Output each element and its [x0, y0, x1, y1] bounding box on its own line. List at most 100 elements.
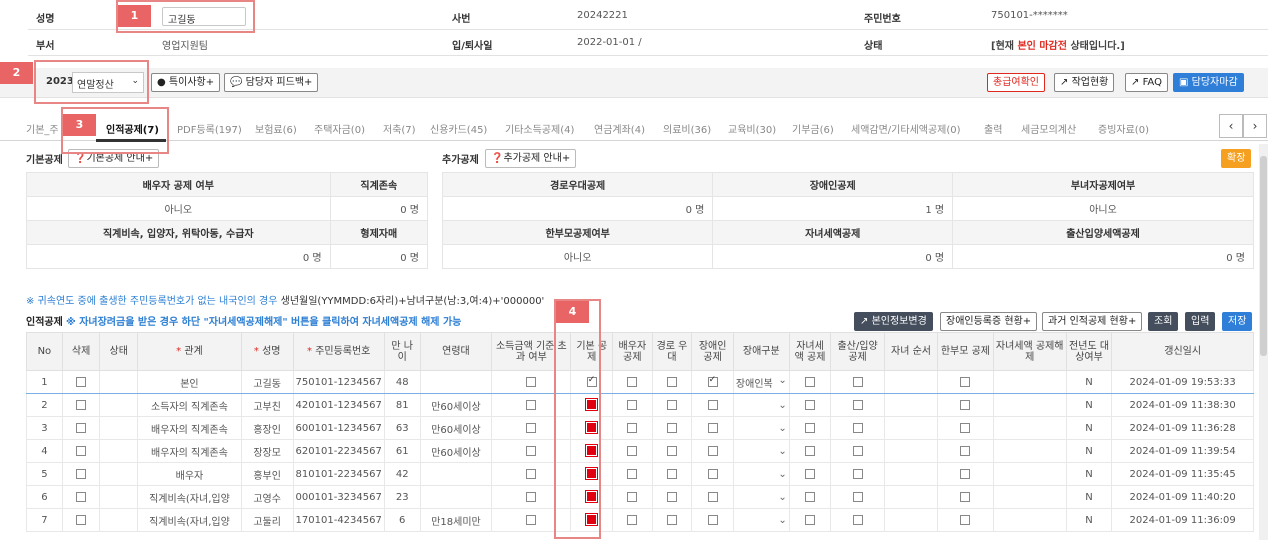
faq-button[interactable]: ↗ FAQ: [1125, 73, 1168, 92]
tab-prev-button[interactable]: ‹: [1219, 114, 1243, 138]
checkbox[interactable]: [627, 445, 638, 456]
name-cell[interactable]: 고길동: [240, 370, 294, 394]
input-button[interactable]: 입력: [1185, 312, 1216, 331]
vertical-scrollbar[interactable]: [1259, 144, 1268, 540]
child-order-cell[interactable]: [883, 370, 939, 394]
checkbox[interactable]: [666, 422, 677, 433]
child-order-cell[interactable]: [883, 416, 939, 440]
checkbox[interactable]: [526, 514, 537, 525]
senior-cell[interactable]: [651, 485, 693, 509]
birth-adopt-cell[interactable]: [830, 439, 885, 463]
special-button[interactable]: ● 특이사항+: [151, 73, 221, 92]
child-credit-cancel-cell[interactable]: [992, 485, 1067, 509]
single-parent-cell[interactable]: [937, 370, 994, 394]
spouse-cell[interactable]: [612, 462, 653, 486]
checkbox[interactable]: [805, 468, 816, 479]
checkbox[interactable]: [76, 399, 87, 410]
ssn-cell[interactable]: 000101-3234567: [292, 485, 385, 509]
checkbox[interactable]: [627, 376, 638, 387]
checkbox[interactable]: [707, 375, 718, 387]
checkbox[interactable]: [852, 422, 863, 433]
single-parent-cell[interactable]: [937, 462, 994, 486]
delete-cell[interactable]: [61, 439, 101, 463]
single-parent-cell[interactable]: [937, 485, 994, 509]
spouse-cell[interactable]: [612, 508, 653, 532]
child-credit-cell[interactable]: [788, 439, 832, 463]
delete-cell[interactable]: [61, 485, 101, 509]
disabled-cell[interactable]: [691, 370, 734, 394]
relation-cell[interactable]: 배우자: [137, 462, 242, 486]
single-parent-cell[interactable]: [937, 508, 994, 532]
checkbox[interactable]: [526, 399, 537, 410]
checkbox[interactable]: [960, 491, 971, 502]
chevron-down-icon[interactable]: ⌄: [778, 375, 786, 386]
spouse-cell[interactable]: [612, 485, 653, 509]
disability-type-cell[interactable]: ⌄: [732, 462, 790, 486]
chevron-down-icon[interactable]: ⌄: [778, 400, 786, 411]
checkbox[interactable]: [627, 468, 638, 479]
disability-type-cell[interactable]: 장애인복 ⌄: [732, 370, 790, 394]
tab-13[interactable]: 출력: [984, 121, 1002, 136]
single-parent-cell[interactable]: [937, 439, 994, 463]
extra-guide-button[interactable]: ❓추가공제 안내+: [485, 149, 577, 168]
checkbox[interactable]: [526, 445, 537, 456]
tab-5[interactable]: 저축(7): [383, 121, 416, 136]
disability-type-cell[interactable]: ⌄: [732, 416, 790, 440]
checkbox[interactable]: [960, 468, 971, 479]
relation-cell[interactable]: 직계비속(자녀,입양: [137, 485, 242, 509]
child-order-cell[interactable]: [883, 393, 939, 417]
save-button[interactable]: 저장: [1222, 312, 1253, 331]
disabled-cell[interactable]: [691, 393, 734, 417]
ssn-cell[interactable]: 750101-1234567: [292, 370, 385, 394]
child-credit-cell[interactable]: [788, 485, 832, 509]
relation-cell[interactable]: 배우자의 직계존속: [137, 416, 242, 440]
birth-adopt-cell[interactable]: [830, 485, 885, 509]
tab-11[interactable]: 기부금(6): [792, 121, 834, 136]
tab-12[interactable]: 세액감면/기타세액공제(0): [851, 121, 961, 136]
checkbox[interactable]: [707, 422, 718, 433]
checkbox[interactable]: [666, 468, 677, 479]
table-row[interactable]: 2 소득자의 직계존속 고부친 420101-1234567 81 만60세이상 ⌄ N 202…: [26, 393, 1254, 417]
checkbox[interactable]: [666, 376, 677, 387]
checkbox[interactable]: [805, 376, 816, 387]
tab-4[interactable]: 주택자금(0): [314, 121, 365, 136]
checkbox[interactable]: [627, 422, 638, 433]
relation-cell[interactable]: 소득자의 직계존속: [137, 393, 242, 417]
birth-adopt-cell[interactable]: [830, 393, 885, 417]
disabled-cell[interactable]: [691, 462, 734, 486]
checkbox[interactable]: [960, 514, 971, 525]
child-order-cell[interactable]: [883, 485, 939, 509]
change-info-button[interactable]: ↗ 본인정보변경: [854, 312, 933, 331]
checkbox[interactable]: [76, 445, 87, 456]
checkbox[interactable]: [707, 468, 718, 479]
table-row[interactable]: 7 직계비속(자녀,입양 고둘리 170101-4234567 6 만18세미만 ⌄ N 202…: [26, 508, 1254, 532]
chevron-down-icon[interactable]: ⌄: [778, 446, 786, 457]
single-parent-cell[interactable]: [937, 393, 994, 417]
name-cell[interactable]: 장장모: [240, 439, 294, 463]
disabled-cell[interactable]: [691, 416, 734, 440]
relation-cell[interactable]: 본인: [137, 370, 242, 394]
tab-15[interactable]: 증빙자료(0): [1098, 121, 1149, 136]
checkbox[interactable]: [707, 399, 718, 410]
checkbox[interactable]: [805, 399, 816, 410]
ssn-cell[interactable]: 420101-1234567: [292, 393, 385, 417]
chevron-down-icon[interactable]: ⌄: [778, 423, 786, 434]
spouse-cell[interactable]: [612, 416, 653, 440]
close-button[interactable]: ▣ 담당자마감: [1173, 73, 1244, 92]
table-row[interactable]: 3 배우자의 직계존속 홍장인 600101-1234567 63 만60세이상 ⌄ N 202…: [26, 416, 1254, 440]
checkbox[interactable]: [627, 491, 638, 502]
senior-cell[interactable]: [651, 462, 693, 486]
checkbox[interactable]: [852, 445, 863, 456]
chevron-down-icon[interactable]: ⌄: [778, 492, 786, 503]
delete-cell[interactable]: [61, 462, 101, 486]
senior-cell[interactable]: [651, 416, 693, 440]
checkbox[interactable]: [805, 514, 816, 525]
child-credit-cell[interactable]: [788, 508, 832, 532]
single-parent-cell[interactable]: [937, 416, 994, 440]
checkbox[interactable]: [707, 445, 718, 456]
tab-7[interactable]: 기타소득공제(4): [505, 121, 574, 136]
tab-6[interactable]: 신용카드(45): [430, 121, 487, 136]
checkbox[interactable]: [852, 514, 863, 525]
name-cell[interactable]: 홍부인: [240, 462, 294, 486]
birth-adopt-cell[interactable]: [830, 416, 885, 440]
